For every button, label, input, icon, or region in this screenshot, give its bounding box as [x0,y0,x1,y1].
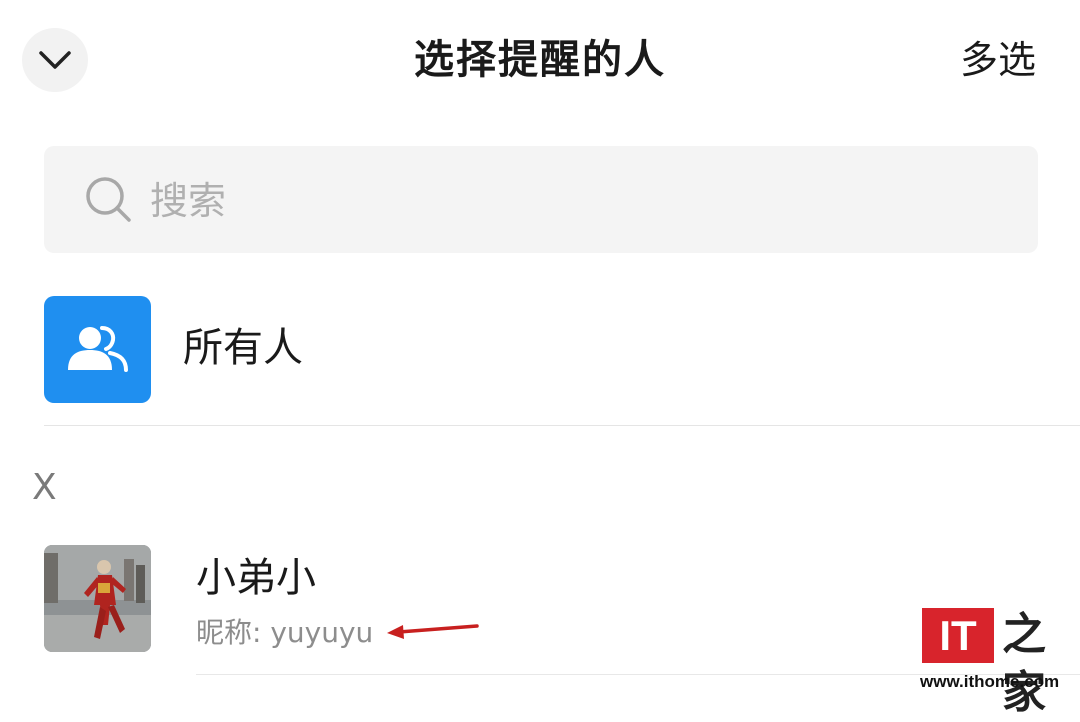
avatar [44,545,151,652]
contact-name: 小弟小 [196,555,316,601]
watermark-url: www.ithome.com [920,672,1060,691]
search-icon [86,177,131,222]
ithome-watermark: IT 之家 www.ithome.com [920,606,1070,718]
search-input[interactable] [150,172,850,230]
multi-select-button[interactable]: 多选 [960,30,1036,90]
ithome-logo: IT [922,608,994,663]
red-arrow-annotation [387,624,479,639]
contact-nickname: 昵称: yuyuyu [196,616,374,649]
everyone-item[interactable]: 所有人 [0,290,1080,410]
page-title: 选择提醒的人 [414,37,666,83]
section-index-letter: X [32,467,57,508]
everyone-label: 所有人 [183,325,303,371]
contact-item[interactable]: 小弟小 昵称: yuyuyu [0,540,1080,680]
group-icon [44,296,151,403]
divider [44,425,1080,426]
